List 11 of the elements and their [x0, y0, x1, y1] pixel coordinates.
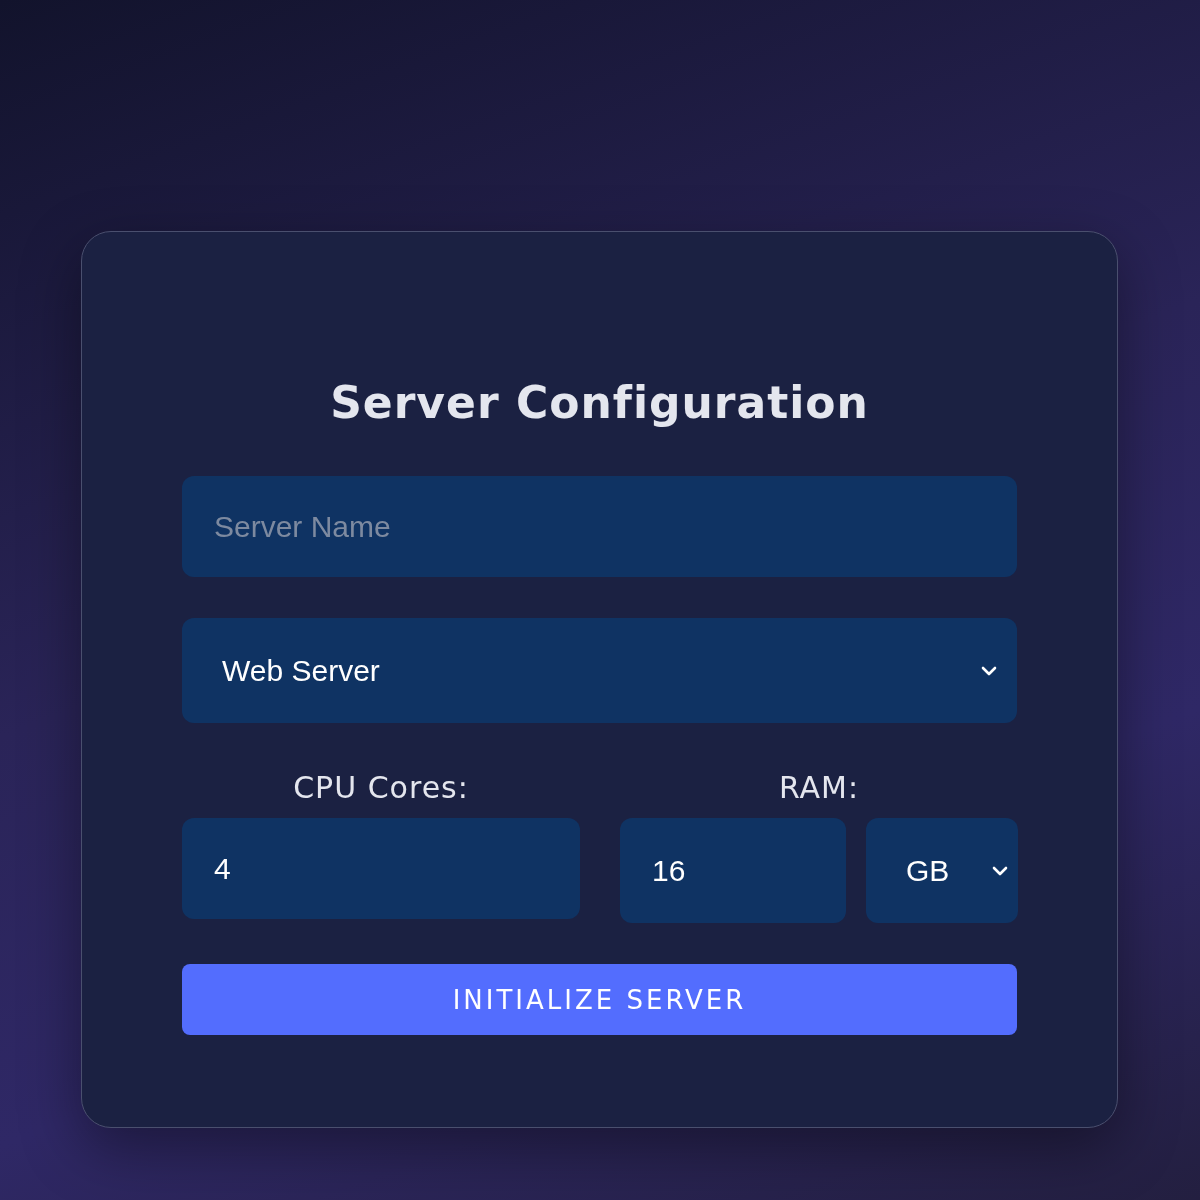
cpu-cores-field[interactable]: 4 — [182, 818, 580, 919]
ram-unit-select[interactable]: GB — [866, 818, 1018, 923]
ram-label: RAM: — [777, 769, 861, 807]
form-title: Server Configuration — [329, 376, 870, 430]
ram-field[interactable]: 16 — [620, 818, 846, 923]
server-name-field[interactable]: Server Name — [182, 476, 1017, 577]
server-type-select[interactable]: Web Server — [182, 618, 1017, 723]
cpu-cores-label: CPU Cores: — [292, 769, 470, 807]
chevron-down-icon — [992, 865, 1008, 876]
chevron-down-icon — [981, 665, 997, 676]
initialize-server-button[interactable]: INITIALIZE SERVER — [182, 964, 1017, 1035]
